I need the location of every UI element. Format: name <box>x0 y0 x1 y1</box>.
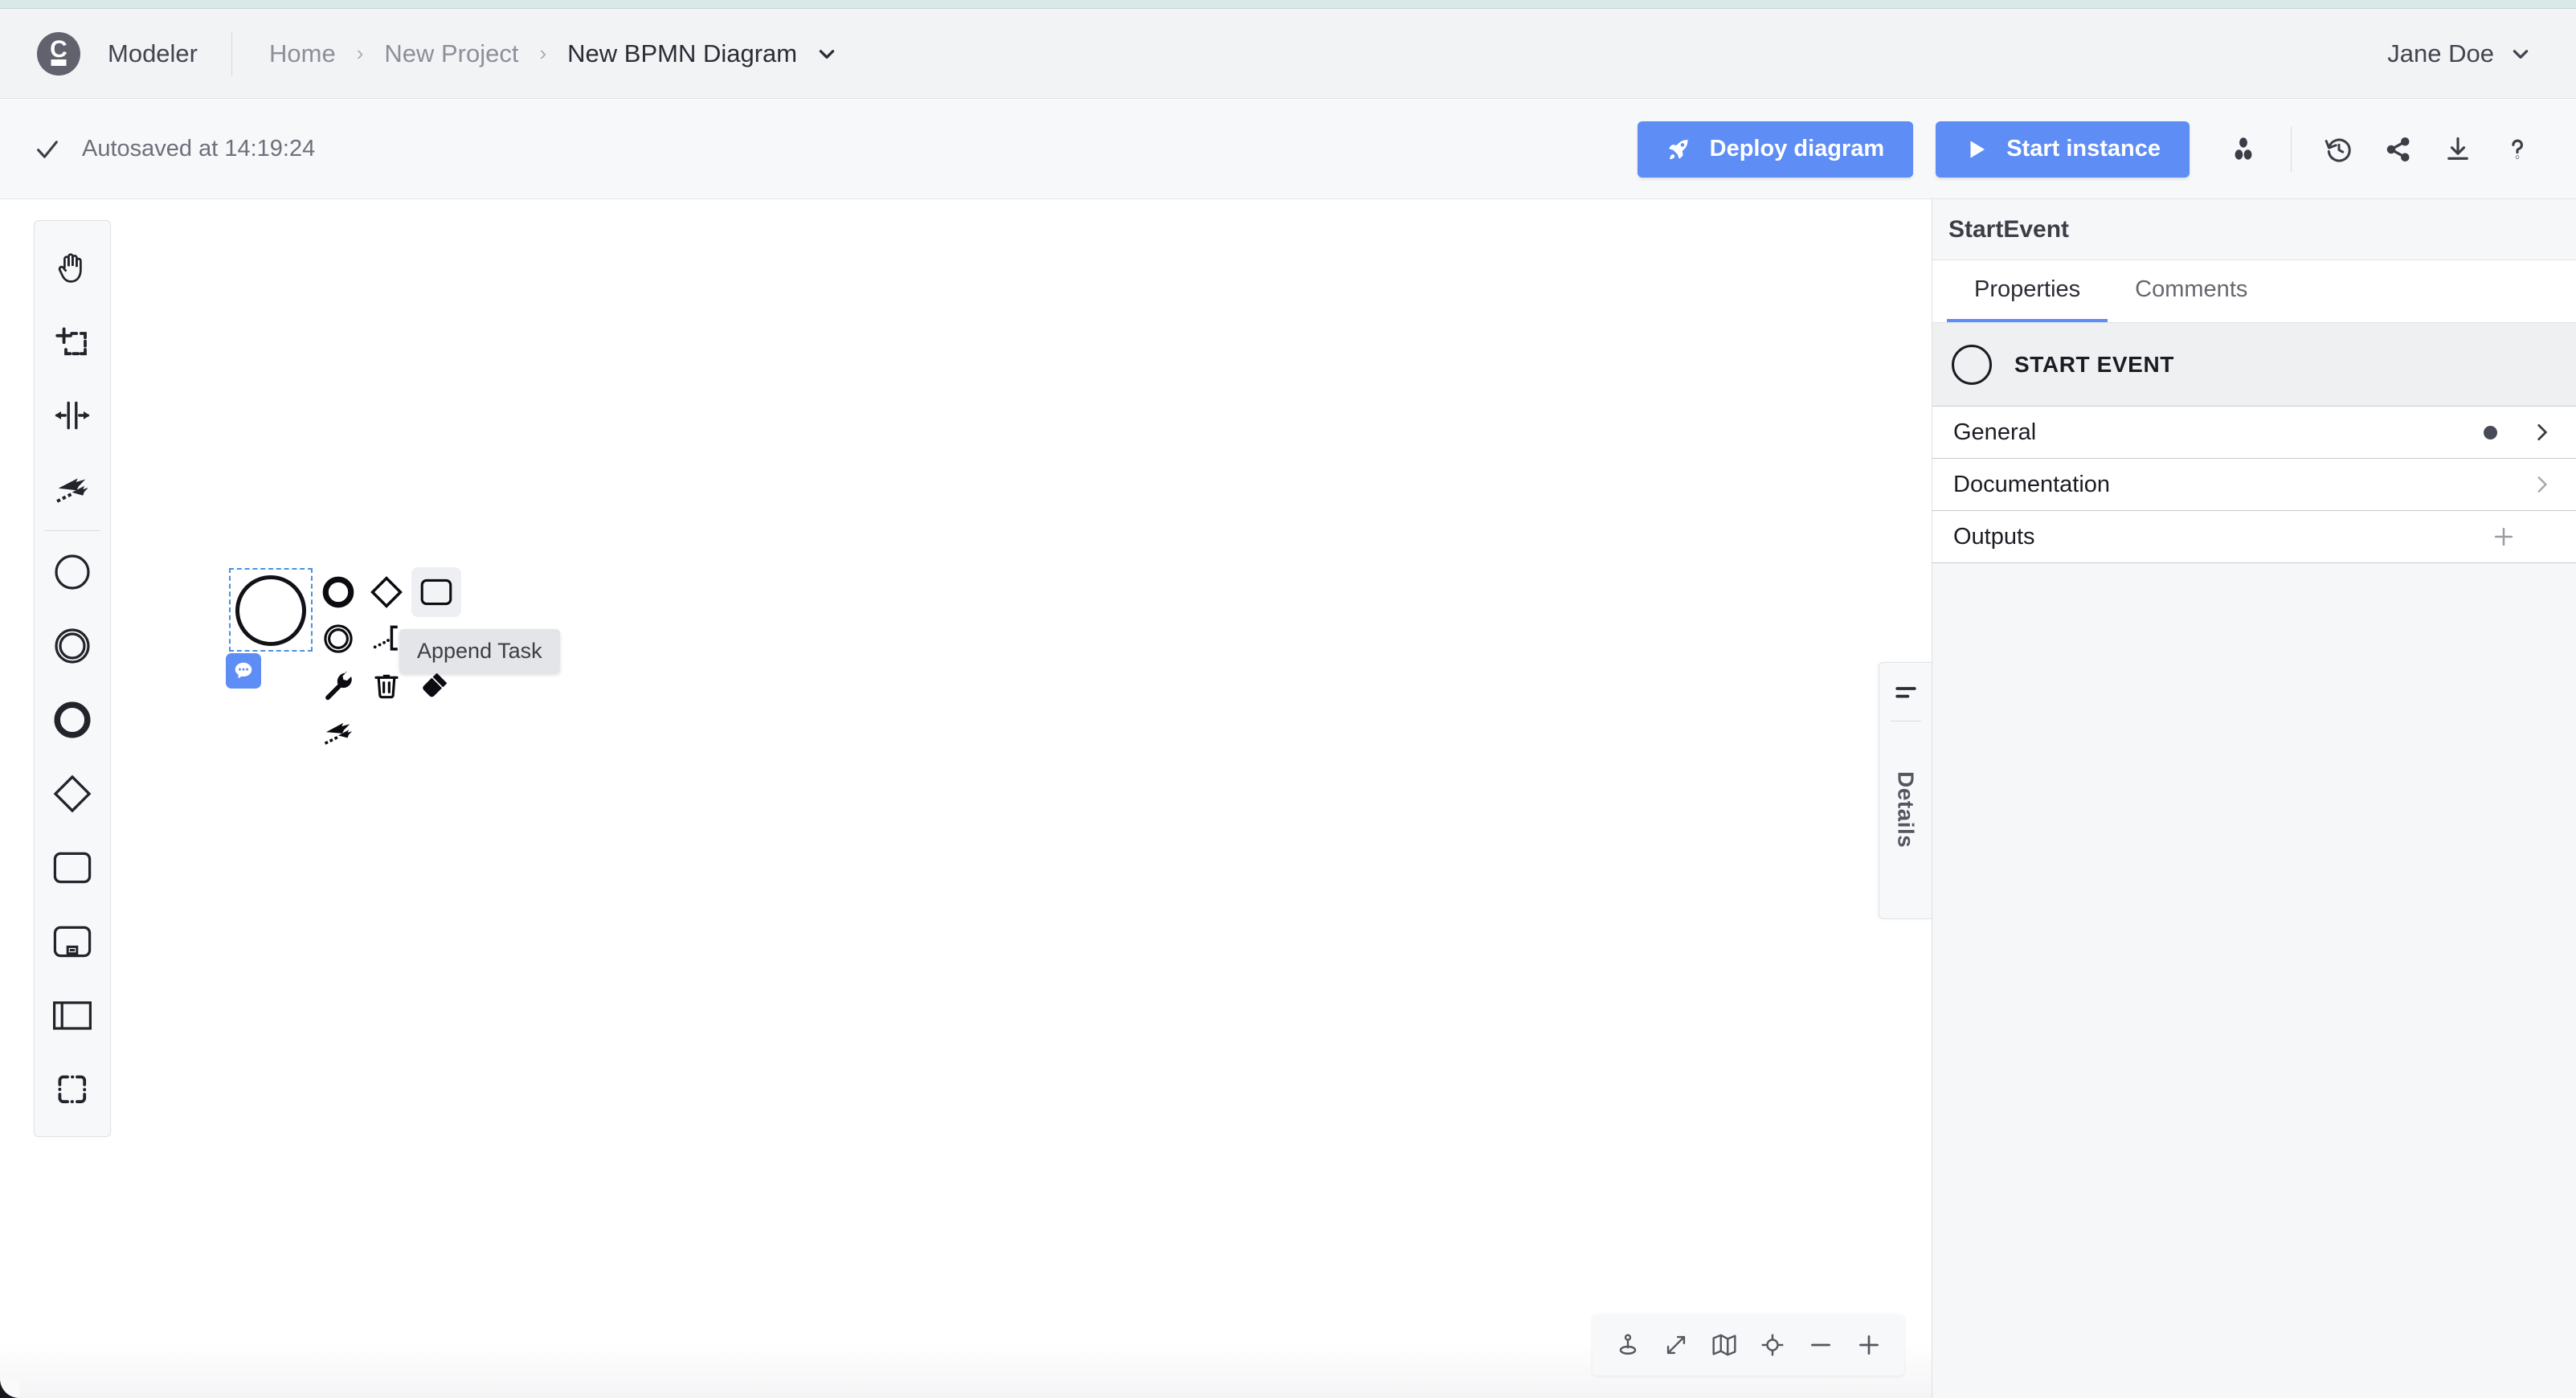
chevron-right-icon <box>2531 422 2552 443</box>
rocket-icon <box>1666 137 1692 162</box>
start-instance-button[interactable]: Start instance <box>1936 121 2190 178</box>
plus-icon[interactable] <box>2491 524 2517 550</box>
download-icon[interactable] <box>2428 120 2488 179</box>
lasso-tool[interactable] <box>35 305 110 378</box>
play-icon <box>1965 137 1989 161</box>
end-event-tool[interactable] <box>35 683 110 757</box>
breadcrumb-item-project[interactable]: New Project <box>381 35 521 73</box>
properties-empty-area <box>1932 563 2576 1398</box>
zoom-in-icon[interactable] <box>1845 1321 1893 1369</box>
app-header: C Modeler Home › New Project › New BPMN … <box>0 9 2576 99</box>
properties-group-label: Documentation <box>1953 472 2531 498</box>
brand-name[interactable]: Modeler <box>108 39 198 68</box>
properties-group-label: Outputs <box>1953 524 2491 550</box>
task-tool[interactable] <box>35 831 110 905</box>
user-name: Jane Doe <box>2387 39 2494 68</box>
bpmn-diagram-layer: Append Task <box>0 199 1932 1398</box>
reset-zoom-icon[interactable] <box>1748 1321 1797 1369</box>
properties-group-general[interactable]: General <box>1932 407 2576 459</box>
details-flyout-tab[interactable]: Details <box>1879 662 1932 919</box>
group-dot-marker <box>2484 426 2497 439</box>
global-connect-tool[interactable] <box>35 452 110 526</box>
user-menu[interactable]: Jane Doe <box>2379 33 2539 75</box>
fit-viewport-icon[interactable] <box>1652 1321 1700 1369</box>
breadcrumb-item-home[interactable]: Home <box>266 35 339 73</box>
start-event-icon <box>1952 345 1992 385</box>
space-tool[interactable] <box>35 378 110 452</box>
check-icon <box>34 136 61 163</box>
minimap-icon[interactable] <box>1700 1321 1748 1369</box>
append-intermediate-event-button[interactable] <box>315 615 362 662</box>
modeler-app: C Modeler Home › New Project › New BPMN … <box>0 0 2576 1398</box>
start-event-shape[interactable] <box>235 575 306 646</box>
zoom-out-icon[interactable] <box>1797 1321 1845 1369</box>
autosave-text: Autosaved at 14:19:24 <box>82 136 315 162</box>
context-pad-tooltip: Append Task <box>399 629 560 673</box>
details-label: Details <box>1893 771 1919 848</box>
pool-tool[interactable] <box>35 979 110 1053</box>
adjust-origin-icon[interactable] <box>1604 1321 1652 1369</box>
element-type-header: START EVENT <box>1932 323 2576 407</box>
start-instance-label: Start instance <box>2006 136 2161 162</box>
help-icon[interactable] <box>2488 120 2547 179</box>
palette-separator <box>44 530 100 531</box>
properties-group-outputs[interactable]: Outputs <box>1932 511 2576 563</box>
breadcrumb: Home › New Project › New BPMN Diagram <box>266 35 837 73</box>
properties-panel: StartEvent Properties Comments START EVE… <box>1932 199 2576 1398</box>
comment-icon[interactable] <box>226 653 261 689</box>
breadcrumb-separator: › <box>539 41 546 66</box>
gateway-tool[interactable] <box>35 757 110 831</box>
bpmn-palette <box>34 220 111 1137</box>
properties-panel-title: StartEvent <box>1932 199 2576 260</box>
element-type-label: START EVENT <box>2014 352 2174 378</box>
start-event-tool[interactable] <box>35 535 110 609</box>
group-tool[interactable] <box>35 1053 110 1126</box>
properties-tabs: Properties Comments <box>1932 260 2576 323</box>
toolbar-icon-group <box>2214 120 2547 179</box>
breadcrumb-separator: › <box>357 41 364 66</box>
tab-properties[interactable]: Properties <box>1947 260 2108 322</box>
toolbar-divider <box>2291 127 2292 172</box>
hand-tool[interactable] <box>35 231 110 305</box>
chevron-down-icon[interactable] <box>816 43 837 64</box>
browser-top-strip <box>0 0 2576 9</box>
share-icon[interactable] <box>2369 120 2428 179</box>
connect-button[interactable] <box>315 709 362 755</box>
deploy-diagram-button[interactable]: Deploy diagram <box>1638 121 1914 178</box>
cluster-icon[interactable] <box>2214 120 2273 179</box>
deploy-diagram-label: Deploy diagram <box>1710 136 1885 162</box>
autosave-status: Autosaved at 14:19:24 <box>34 136 315 163</box>
camunda-logo[interactable]: C <box>37 32 80 76</box>
header-divider <box>231 31 232 76</box>
canvas-zoom-controls <box>1593 1314 1904 1376</box>
logo-letter: C <box>50 38 67 62</box>
change-element-button[interactable] <box>315 662 362 709</box>
subprocess-tool[interactable] <box>35 905 110 979</box>
properties-group-documentation[interactable]: Documentation <box>1932 459 2576 511</box>
breadcrumb-item-diagram[interactable]: New BPMN Diagram <box>564 35 800 73</box>
append-end-event-button[interactable] <box>315 569 362 615</box>
logo-bar <box>51 59 67 66</box>
append-gateway-button[interactable] <box>363 569 410 615</box>
bpmn-canvas[interactable]: Append Task <box>0 199 1932 1398</box>
chevron-down-icon <box>2510 43 2531 64</box>
append-task-button[interactable] <box>411 567 461 617</box>
properties-group-label: General <box>1953 419 2484 446</box>
history-icon[interactable] <box>2309 120 2369 179</box>
chevron-right-icon <box>2531 474 2552 495</box>
editor-toolbar: Autosaved at 14:19:24 Deploy diagram Sta… <box>0 100 2576 199</box>
hamburger-icon <box>1894 677 1918 709</box>
intermediate-event-tool[interactable] <box>35 609 110 683</box>
tab-comments[interactable]: Comments <box>2108 260 2275 322</box>
